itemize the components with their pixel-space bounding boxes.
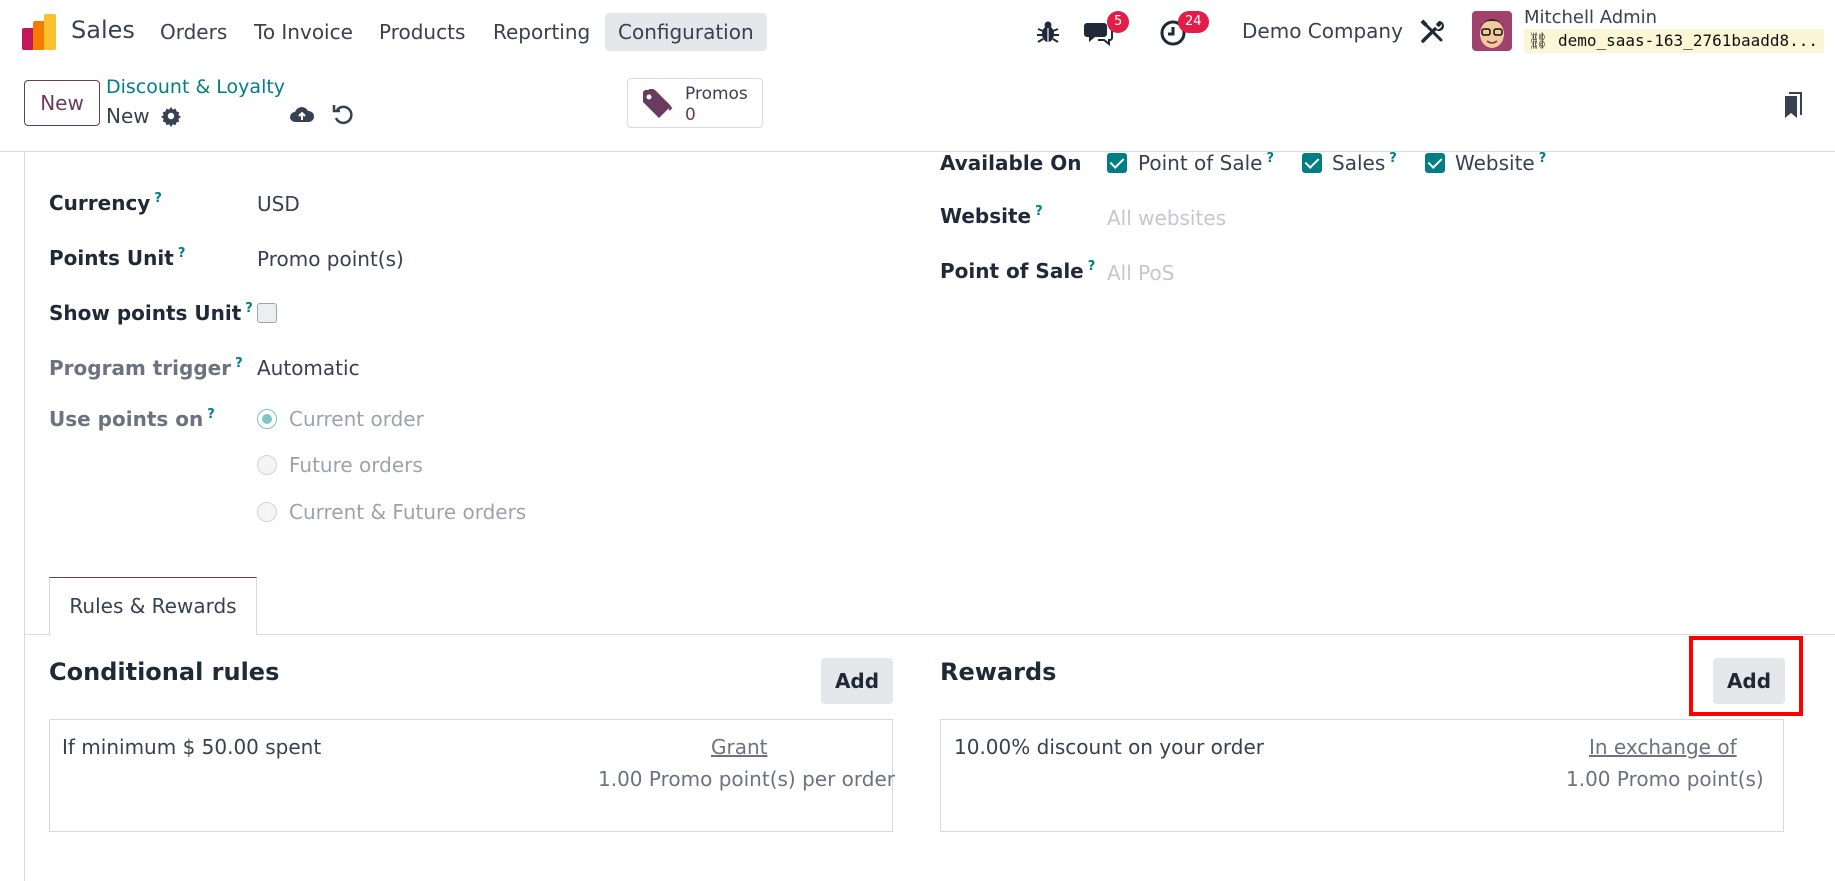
rule-text: If minimum $ 50.00 spent [62,735,322,759]
program-trigger-field: Automatic [257,356,360,380]
menu-orders[interactable]: Orders [147,13,240,51]
tab-divider [24,634,1835,635]
add-rule-button[interactable]: Add [821,658,893,704]
reward-card[interactable]: 10.00% discount on your order In exchang… [940,719,1784,832]
radio-future-orders[interactable] [257,455,277,475]
help-icon[interactable]: ? [1539,151,1547,166]
control-panel: New Discount & Loyalty New Promos 0 [0,64,1835,152]
help-icon[interactable]: ? [1266,151,1274,166]
promos-stat-button[interactable]: Promos 0 [627,78,763,128]
help-icon[interactable]: ? [1088,259,1096,274]
highlight-box [1689,636,1803,716]
bookmark-icon[interactable] [1781,92,1803,122]
reward-text: 10.00% discount on your order [954,735,1264,759]
website-label: Website? [940,204,1043,228]
show-points-unit-checkbox[interactable] [257,303,277,323]
menu-to-invoice[interactable]: To Invoice [241,13,366,51]
breadcrumb-parent[interactable]: Discount & Loyalty [106,76,285,98]
tags-icon [643,89,673,118]
conditional-rules-title: Conditional rules [49,658,280,686]
user-name[interactable]: Mitchell Admin [1524,7,1657,28]
checkbox-sales[interactable] [1302,153,1322,173]
company-switcher[interactable]: Demo Company [1242,19,1403,43]
menu-configuration[interactable]: Configuration [605,13,767,51]
help-icon[interactable]: ? [154,191,162,206]
menu-reporting[interactable]: Reporting [480,13,603,51]
breadcrumb-current: New [106,104,150,128]
label-website[interactable]: Website? [1455,151,1546,175]
label-point-of-sale[interactable]: Point of Sale? [1138,151,1274,175]
user-avatar[interactable] [1472,11,1512,51]
discard-undo-icon[interactable] [331,102,355,126]
radio-label-current-future-orders[interactable]: Current & Future orders [289,500,526,524]
website-field[interactable]: All websites [1107,206,1226,230]
top-navbar: Sales Orders To Invoice Products Reporti… [0,0,1835,64]
program-trigger-label: Program trigger? [49,356,243,380]
help-icon[interactable]: ? [178,246,186,261]
debug-bug-icon[interactable] [1033,17,1063,47]
radio-label-current-order[interactable]: Current order [289,407,424,431]
promos-label: Promos [685,84,748,104]
promos-count: 0 [685,105,696,125]
menu-products[interactable]: Products [366,13,478,51]
app-name[interactable]: Sales [71,16,135,44]
rewards-title: Rewards [940,658,1057,686]
help-icon[interactable]: ? [1389,151,1397,166]
help-icon[interactable]: ? [1035,204,1043,219]
rule-grant-value: 1.00 Promo point(s) per order [598,767,895,791]
rule-grant-link: Grant [711,735,768,759]
points-unit-label: Points Unit? [49,246,186,270]
currency-field[interactable]: USD [257,192,300,216]
gear-icon[interactable] [160,105,182,127]
radio-current-future-orders[interactable] [257,502,277,522]
radio-label-future-orders[interactable]: Future orders [289,453,423,477]
new-button[interactable]: New [24,80,100,126]
sales-app-icon[interactable] [22,14,58,50]
help-icon[interactable]: ? [235,356,243,371]
checkbox-point-of-sale[interactable] [1107,153,1127,173]
messages-badge: 5 [1107,11,1130,33]
cloud-save-icon[interactable] [289,102,315,128]
currency-label: Currency? [49,191,162,215]
database-icon: ⛓ [1528,31,1549,50]
rule-card[interactable]: If minimum $ 50.00 spent Grant 1.00 Prom… [49,719,895,832]
reward-exchange-link: In exchange of [1589,735,1737,759]
point-of-sale-field[interactable]: All PoS [1107,261,1174,285]
checkbox-website[interactable] [1425,153,1445,173]
database-name: demo_saas-163_2761baadd8... [1557,31,1819,50]
help-icon[interactable]: ? [207,407,215,422]
tab-rules-rewards[interactable]: Rules & Rewards [49,577,257,635]
reward-exchange-value: 1.00 Promo point(s) [1566,767,1764,791]
radio-current-order[interactable] [257,409,277,429]
point-of-sale-label: Point of Sale? [940,259,1096,283]
label-sales[interactable]: Sales? [1332,151,1397,175]
activities-badge: 24 [1178,11,1209,33]
help-icon[interactable]: ? [245,301,253,316]
points-unit-field[interactable]: Promo point(s) [257,247,404,271]
use-points-on-label: Use points on? [49,407,215,431]
show-points-unit-label: Show points Unit? [49,301,253,325]
available-on-label: Available On [940,151,1082,175]
database-badge: ⛓ demo_saas-163_2761baadd8... [1524,29,1824,53]
tools-icon[interactable] [1417,17,1447,47]
